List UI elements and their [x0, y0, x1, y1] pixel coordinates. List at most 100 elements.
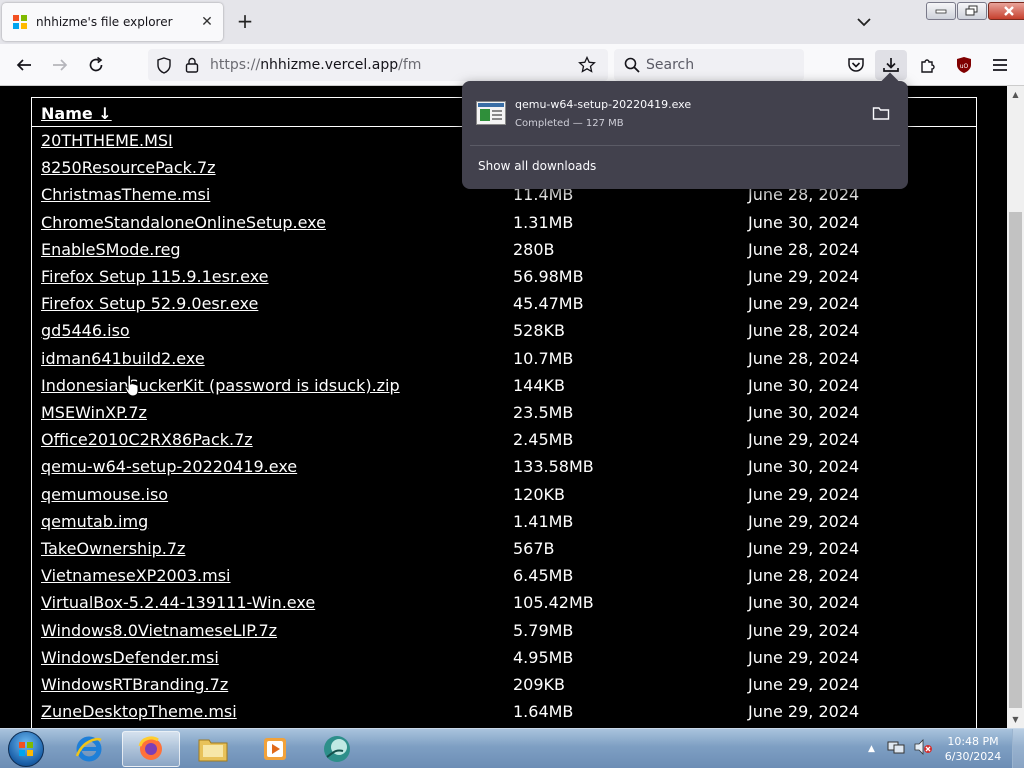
scrollbar-thumb[interactable]	[1009, 212, 1022, 708]
forward-button[interactable]	[47, 52, 73, 78]
file-name-link[interactable]: WindowsRTBranding.7z	[41, 675, 228, 694]
internet-explorer-icon[interactable]	[60, 731, 118, 767]
windows-logo-icon	[12, 14, 28, 30]
volume-muted-icon[interactable]	[913, 739, 933, 759]
svg-text:uO: uO	[960, 63, 969, 70]
search-bar[interactable]: Search	[614, 49, 804, 81]
network-icon[interactable]	[887, 739, 905, 759]
file-name-link[interactable]: Windows8.0VietnameseLIP.7z	[41, 621, 277, 640]
scroll-down-arrow-icon[interactable]: ▼	[1007, 711, 1024, 728]
file-name-link[interactable]: EnableSMode.reg	[41, 240, 181, 259]
file-size: 45.47MB	[513, 294, 584, 314]
file-name-link[interactable]: qemumouse.iso	[41, 485, 168, 504]
file-name-link[interactable]: qemutab.img	[41, 512, 148, 531]
name-column-header[interactable]: Name ↓	[41, 104, 112, 123]
table-row: VirtualBox-5.2.44-139111-Win.exe 105.42MB…	[32, 590, 976, 617]
table-row: Firefox Setup 115.9.1esr.exe 56.98MB June …	[32, 264, 976, 291]
file-size: 133.58MB	[513, 457, 594, 477]
file-name-link[interactable]: Firefox Setup 115.9.1esr.exe	[41, 267, 269, 286]
extensions-puzzle-icon[interactable]	[915, 52, 941, 78]
file-size: 2.45MB	[513, 430, 574, 450]
downloads-panel: qemu-w64-setup-20220419.exe Completed — …	[462, 72, 908, 189]
file-name-link[interactable]: Firefox Setup 52.9.0esr.exe	[41, 294, 258, 313]
list-all-tabs-chevron-icon[interactable]	[854, 12, 874, 32]
file-size: 4.95MB	[513, 647, 574, 667]
file-name-link[interactable]: MSEWinXP.7z	[41, 403, 147, 422]
show-hidden-icons-arrow-icon[interactable]: ▲	[868, 744, 875, 754]
table-row: Windows8.0VietnameseLIP.7z 5.79MB June 29,…	[32, 618, 976, 645]
new-tab-button[interactable]: +	[234, 11, 256, 33]
table-row: Office2010C2RX86Pack.7z 2.45MB June 29, 20…	[32, 427, 976, 454]
file-name-link[interactable]: WindowsDefender.msi	[41, 648, 219, 667]
file-name-link[interactable]: VirtualBox-5.2.44-139111-Win.exe	[41, 593, 315, 612]
scroll-up-arrow-icon[interactable]: ▲	[1007, 86, 1024, 103]
bookmark-star-icon[interactable]	[578, 55, 596, 78]
file-size: 1.64MB	[513, 702, 574, 722]
file-name-link[interactable]: IndonesianSuckerKit (password is idsuck)…	[41, 376, 400, 395]
vertical-scrollbar[interactable]: ▲ ▼	[1007, 86, 1024, 728]
file-size: 23.5MB	[513, 403, 574, 422]
reload-button[interactable]	[83, 52, 109, 78]
file-name-link[interactable]: 8250ResourcePack.7z	[41, 158, 216, 177]
file-date: June 30, 2024	[748, 593, 860, 613]
clock-date: 6/30/2024	[944, 750, 1002, 763]
file-date: June 29, 2024	[748, 294, 860, 314]
file-name-link[interactable]: qemu-w64-setup-20220419.exe	[41, 457, 297, 476]
file-date: June 29, 2024	[748, 702, 860, 722]
download-item[interactable]: qemu-w64-setup-20220419.exe Completed — …	[468, 87, 902, 139]
file-size: 120KB	[513, 484, 566, 504]
file-date: June 30, 2024	[748, 375, 860, 395]
file-name-link[interactable]: ZuneDesktopTheme.msi	[41, 702, 237, 721]
back-button[interactable]	[11, 52, 37, 78]
installer-file-icon	[476, 101, 506, 125]
tracking-protection-shield-icon[interactable]	[156, 57, 172, 78]
table-row: IndonesianSuckerKit (password is idsuck)…	[32, 373, 976, 400]
ublock-origin-icon[interactable]: uO	[951, 52, 977, 78]
show-desktop-button[interactable]	[1012, 729, 1024, 768]
firefox-taskbar-icon[interactable]	[122, 731, 180, 767]
close-window-button[interactable]	[988, 2, 1024, 20]
table-row: WindowsRTBranding.7z 209KB June 29, 2024	[32, 672, 976, 699]
open-folder-icon[interactable]	[872, 105, 890, 121]
file-size: 1.41MB	[513, 511, 574, 531]
address-bar[interactable]: https://nhhizme.vercel.app/fm	[148, 49, 608, 81]
download-filename: qemu-w64-setup-20220419.exe	[515, 98, 692, 111]
menu-hamburger-icon[interactable]	[987, 52, 1013, 78]
show-all-downloads-button[interactable]: Show all downloads	[478, 159, 596, 173]
file-name-link[interactable]: idman641build2.exe	[41, 349, 205, 368]
start-button[interactable]	[8, 731, 44, 767]
close-tab-icon[interactable]: ✕	[197, 12, 217, 32]
minimize-button[interactable]	[926, 2, 956, 20]
table-row: VietnameseXP2003.msi 6.45MB June 28, 2024	[32, 563, 976, 590]
restore-button[interactable]	[957, 2, 987, 20]
hand-cursor-icon	[124, 374, 139, 397]
lock-icon[interactable]	[184, 56, 200, 78]
clock-time: 10:48 PM	[947, 735, 999, 748]
file-name-link[interactable]: VietnameseXP2003.msi	[41, 566, 231, 585]
tab-file-explorer[interactable]: nhhizme's file explorer ✕	[2, 3, 223, 41]
search-icon	[624, 57, 640, 77]
file-name-link[interactable]: ChristmasTheme.msi	[41, 185, 210, 204]
file-date: June 29, 2024	[748, 675, 860, 694]
pocket-icon[interactable]	[843, 52, 869, 78]
file-size: 209KB	[513, 675, 566, 694]
file-name-link[interactable]: gd5446.iso	[41, 321, 130, 340]
clock[interactable]: 10:48 PM 6/30/2024	[938, 734, 1008, 764]
table-row: TakeOwnership.7z 567B June 29, 2024	[32, 536, 976, 563]
file-explorer-folder-icon[interactable]	[184, 731, 242, 767]
app-taskbar-icon[interactable]	[308, 731, 366, 767]
file-date: June 29, 2024	[748, 267, 860, 286]
file-name-link[interactable]: TakeOwnership.7z	[41, 539, 185, 558]
file-size: 5.79MB	[513, 620, 574, 640]
navigation-toolbar: https://nhhizme.vercel.app/fm Search uO	[0, 44, 1024, 86]
file-name-link[interactable]: Office2010C2RX86Pack.7z	[41, 430, 253, 449]
media-player-icon[interactable]	[246, 731, 304, 767]
table-row: ZuneDesktopTheme.msi 1.64MB June 29, 2024	[32, 699, 976, 726]
file-date: June 28, 2024	[748, 321, 860, 341]
file-name-link[interactable]: ChromeStandaloneOnlineSetup.exe	[41, 213, 326, 232]
file-name-link[interactable]: 20THTHEME.MSI	[41, 131, 173, 150]
table-row: EnableSMode.reg 280B June 28, 2024	[32, 237, 976, 264]
file-date: June 29, 2024	[748, 647, 860, 667]
file-size: 144KB	[513, 375, 566, 395]
table-row: ChromeStandaloneOnlineSetup.exe 1.31MB Jun…	[32, 210, 976, 237]
